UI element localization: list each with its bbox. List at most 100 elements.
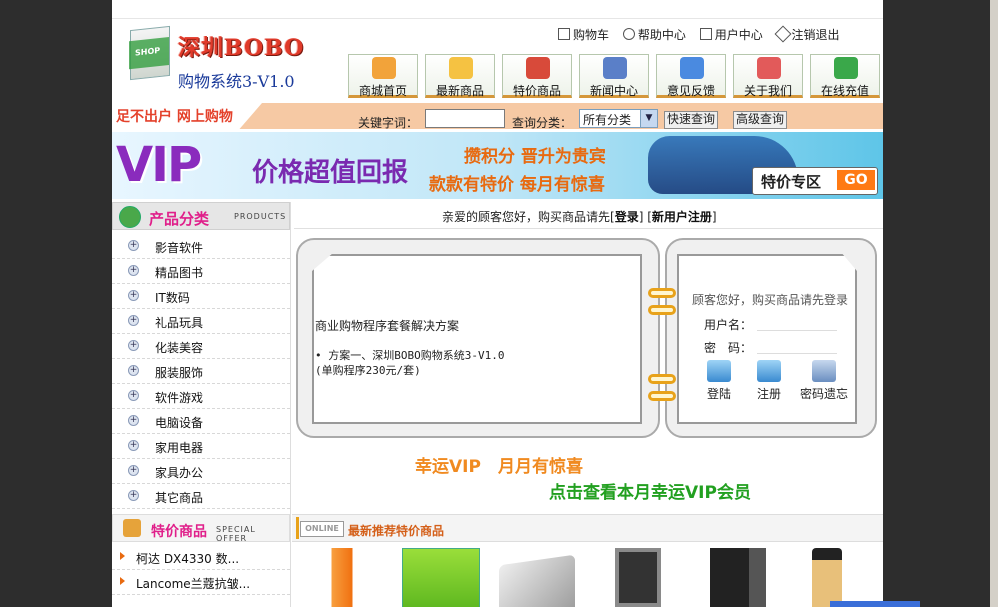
solution-title: 商业购物程序套餐解决方案 — [315, 319, 460, 333]
login-hint: 顾客您好，购买商品请先登录 — [692, 293, 849, 307]
login-button[interactable]: 登陆 — [707, 360, 731, 402]
category-item[interactable]: + 服装服饰 — [112, 359, 290, 384]
login-link[interactable]: 登录 — [615, 210, 639, 224]
frog-icon — [119, 206, 141, 228]
nav-feedback[interactable]: 意见反馈 — [656, 54, 726, 98]
key-icon — [812, 360, 836, 382]
category-item[interactable]: + 礼品玩具 — [112, 309, 290, 334]
chevron-down-icon: ▼ — [640, 110, 657, 127]
page: SHOP 深圳BOBO 购物系统3-V1.0 购物车 帮助中心 用户中心 注销退… — [112, 0, 883, 607]
product-thumbnail[interactable] — [615, 548, 661, 607]
product-thumbnail[interactable] — [710, 548, 766, 607]
document-icon — [699, 28, 712, 40]
cart-link[interactable]: 购物车 — [558, 28, 609, 42]
lucky-vip-link[interactable]: 点击查看本月幸运VIP会员 — [549, 478, 751, 503]
help-link[interactable]: 帮助中心 — [622, 28, 686, 42]
nav-specials[interactable]: 特价商品 — [502, 54, 572, 98]
plus-icon: + — [128, 240, 139, 251]
product-thumbnail[interactable] — [812, 548, 842, 607]
category-list: + 影音软件 + 精品图书 + IT数码 + 礼品玩具 + 化装美容 + 服装服饰 + 软件游… — [112, 234, 290, 509]
category-item[interactable]: + 软件游戏 — [112, 384, 290, 409]
solution-line-1[interactable]: • 方案一、深圳BOBO购物系统3-V1.0 — [315, 347, 504, 363]
password-input[interactable] — [757, 337, 837, 354]
category-item[interactable]: + 其它商品 — [112, 484, 290, 509]
keyword-label: 关键字词： — [358, 116, 419, 130]
password-label: 密 码： — [704, 341, 753, 355]
vip-logo: VIP — [116, 137, 202, 193]
forgot-password-button[interactable]: 密码遗忘 — [800, 360, 848, 402]
keyword-input[interactable] — [425, 109, 505, 128]
special-zone-button[interactable]: 特价专区 GO — [752, 167, 878, 195]
category-item[interactable]: + 家具办公 — [112, 459, 290, 484]
product-thumbnail[interactable] — [499, 554, 575, 607]
nav-new-products[interactable]: 最新商品 — [425, 54, 495, 98]
help-icon — [622, 28, 635, 40]
category-item[interactable]: + 影音软件 — [112, 234, 290, 259]
product-thumbnail[interactable] — [300, 548, 370, 607]
bar-chart-icon — [526, 57, 550, 79]
binder-ring-icon — [648, 374, 676, 384]
quick-search-button[interactable]: 快速查询 — [664, 111, 719, 129]
arrow-icon — [120, 552, 125, 560]
plus-icon: + — [128, 465, 139, 476]
user-center-link[interactable]: 用户中心 — [699, 28, 763, 42]
top-links: 购物车 帮助中心 用户中心 注销退出 — [558, 25, 850, 43]
divider — [112, 18, 883, 19]
logout-link[interactable]: 注销退出 — [774, 25, 840, 43]
category-label: 查询分类： — [512, 116, 573, 130]
plus-icon: + — [128, 440, 139, 451]
plus-icon: + — [128, 340, 139, 351]
plus-icon: + — [128, 265, 139, 276]
right-margin — [883, 0, 998, 607]
specials-icon — [123, 519, 141, 537]
site-logo[interactable]: SHOP 深圳BOBO 购物系统3-V1.0 — [130, 24, 310, 102]
online-badge: ONLINE — [300, 521, 344, 537]
welcome-bar: 亲爱的顾客您好，购买商品请先[登录] [新用户注册] — [294, 202, 883, 229]
people-icon — [757, 57, 781, 79]
go-button: GO — [837, 170, 875, 190]
specials-header: 特价商品 SPECIAL OFFER — [112, 514, 290, 543]
special-item[interactable]: Lancome兰蔻抗皱... — [112, 570, 290, 595]
lucky-vip-title: 幸运VIP 月月有惊喜 — [415, 457, 583, 477]
register-link[interactable]: 新用户注册 — [652, 210, 712, 224]
plus-icon: + — [128, 415, 139, 426]
vip-banner[interactable]: VIP 价格超值回报 攒积分 晋升为贵宾 款款有特价 每月有惊喜 特价专区 GO — [112, 132, 883, 199]
plus-icon: + — [128, 365, 139, 376]
new-products-icon — [449, 57, 473, 79]
home-icon — [372, 57, 396, 79]
banner-line-1: 攒积分 晋升为贵宾 — [464, 147, 606, 167]
product-thumbnail[interactable] — [402, 548, 480, 607]
arrow-icon — [120, 577, 125, 585]
banner-line-2: 款款有特价 每月有惊喜 — [429, 175, 605, 195]
banner-tagline: 价格超值回报 — [252, 158, 409, 188]
feedback-icon — [680, 57, 704, 79]
username-input[interactable] — [757, 314, 837, 331]
category-select[interactable]: 所有分类 ▼ — [579, 109, 658, 128]
login-icon — [707, 360, 731, 382]
cart-icon — [558, 28, 570, 40]
solution-panel — [296, 238, 660, 438]
nav-about[interactable]: 关于我们 — [733, 54, 803, 98]
category-item[interactable]: + 化装美容 — [112, 334, 290, 359]
category-item[interactable]: + IT数码 — [112, 284, 290, 309]
binder-ring-icon — [648, 305, 676, 315]
category-item[interactable]: + 电脑设备 — [112, 409, 290, 434]
column-divider — [290, 202, 291, 607]
plus-icon: + — [128, 490, 139, 501]
nav-home[interactable]: 商城首页 — [348, 54, 418, 98]
category-item[interactable]: + 精品图书 — [112, 259, 290, 284]
plus-icon: + — [128, 390, 139, 401]
register-button[interactable]: 注册 — [757, 360, 781, 402]
special-item[interactable]: 柯达 DX4330 数... — [112, 545, 290, 570]
binder-ring-icon — [648, 288, 676, 298]
username-label: 用户名： — [704, 318, 753, 332]
nav-recharge[interactable]: 在线充值 — [810, 54, 880, 98]
logout-icon — [774, 25, 792, 43]
binder-ring-icon — [648, 391, 676, 401]
nav-news[interactable]: 新闻中心 — [579, 54, 649, 98]
category-item[interactable]: + 家用电器 — [112, 434, 290, 459]
recharge-icon — [834, 57, 858, 79]
advanced-search-button[interactable]: 高级查询 — [733, 111, 788, 129]
plus-icon: + — [128, 315, 139, 326]
solution-line-2: (单购程序230元/套) — [315, 364, 421, 377]
